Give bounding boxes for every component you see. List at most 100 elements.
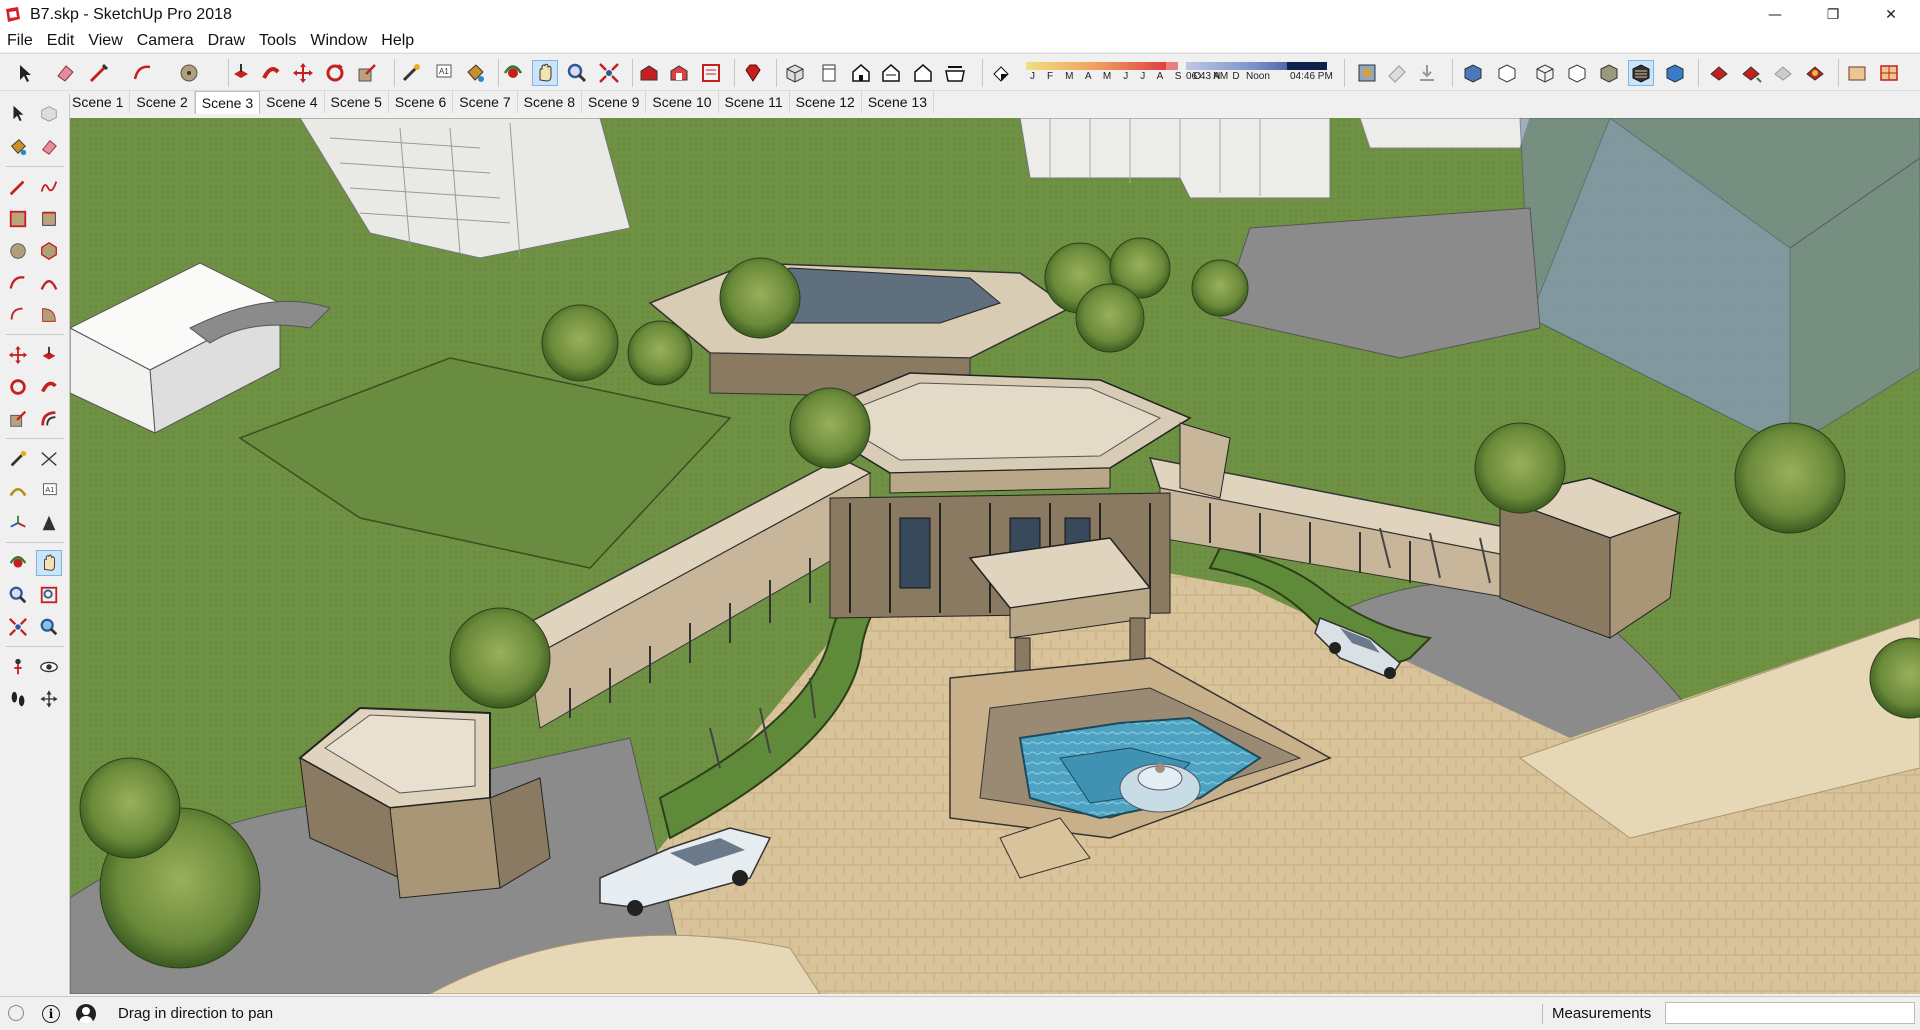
top-view-icon[interactable] — [816, 60, 842, 86]
zoom-extents-icon[interactable] — [5, 614, 31, 640]
menu-draw[interactable]: Draw — [201, 32, 252, 50]
push-pull-icon[interactable] — [228, 60, 254, 86]
menu-window[interactable]: Window — [303, 32, 374, 50]
photo-textures-icon[interactable] — [1876, 60, 1902, 86]
extension-warehouse-icon[interactable] — [666, 60, 692, 86]
ruby-icon[interactable] — [740, 60, 766, 86]
orbit-icon[interactable] — [5, 550, 31, 576]
front-view-icon[interactable] — [848, 60, 874, 86]
menu-file[interactable]: File — [0, 32, 40, 50]
scale-icon[interactable] — [5, 406, 31, 432]
look-around-icon[interactable] — [36, 654, 62, 680]
measurements-input[interactable] — [1665, 1002, 1915, 1024]
pan-icon[interactable] — [532, 60, 558, 86]
tab-scene-4[interactable]: Scene 4 — [260, 91, 325, 113]
tab-scene-2[interactable]: Scene 2 — [130, 91, 195, 113]
menu-edit[interactable]: Edit — [40, 32, 82, 50]
user-account-icon[interactable] — [76, 1004, 96, 1024]
rectangle-icon[interactable] — [5, 206, 31, 232]
monochrome-icon[interactable] — [1662, 60, 1688, 86]
shadow-toggle-icon[interactable] — [988, 60, 1014, 86]
polygon-icon[interactable] — [36, 238, 62, 264]
scale-icon[interactable] — [354, 60, 380, 86]
shaded-textures-icon[interactable] — [1628, 60, 1654, 86]
zoom-window-icon[interactable] — [36, 582, 62, 608]
shaded-icon[interactable] — [1596, 60, 1622, 86]
zoom-extents-icon[interactable] — [596, 60, 622, 86]
follow-me-icon[interactable] — [258, 60, 284, 86]
position-camera-icon[interactable] — [5, 654, 31, 680]
menu-tools[interactable]: Tools — [252, 32, 303, 50]
geo-location-icon[interactable] — [8, 1005, 24, 1021]
protractor-icon[interactable] — [5, 478, 31, 504]
arc-icon[interactable] — [130, 60, 156, 86]
tab-scene-1[interactable]: Scene 1 — [66, 91, 131, 113]
axes-icon[interactable] — [5, 510, 31, 536]
text-icon[interactable]: A1 — [430, 60, 456, 86]
move-icon[interactable] — [5, 342, 31, 368]
circle-icon[interactable] — [176, 60, 202, 86]
tab-scene-9[interactable]: Scene 9 — [582, 91, 647, 113]
hidden-line-icon[interactable] — [1564, 60, 1590, 86]
follow-me-icon[interactable] — [36, 374, 62, 400]
select-icon[interactable] — [12, 60, 38, 86]
tab-scene-3[interactable]: Scene 3 — [194, 91, 261, 114]
text-icon[interactable]: A1 — [36, 478, 62, 504]
section-fill-icon[interactable] — [1384, 60, 1410, 86]
shadow-time-thumb[interactable] — [1287, 62, 1327, 70]
sandbox-stamp-icon[interactable] — [1802, 60, 1828, 86]
layout-icon[interactable] — [698, 60, 724, 86]
sandbox-smoove-icon[interactable] — [1770, 60, 1796, 86]
previous-view-icon[interactable] — [36, 614, 62, 640]
tab-scene-12[interactable]: Scene 12 — [790, 91, 862, 113]
wireframe-icon[interactable] — [1532, 60, 1558, 86]
tab-scene-7[interactable]: Scene 7 — [453, 91, 518, 113]
sandbox-icon[interactable] — [1706, 60, 1732, 86]
line-icon[interactable] — [5, 174, 31, 200]
shadow-date-slider[interactable] — [1026, 62, 1166, 70]
section-cut-icon[interactable] — [1414, 60, 1440, 86]
tab-scene-5[interactable]: Scene 5 — [325, 91, 389, 113]
model-viewport[interactable] — [70, 118, 1920, 994]
menu-view[interactable]: View — [81, 32, 129, 50]
push-pull-icon[interactable] — [36, 342, 62, 368]
section-plane-icon[interactable] — [1354, 60, 1380, 86]
pan-icon[interactable] — [36, 550, 62, 576]
back-view-icon[interactable] — [910, 60, 936, 86]
offset-icon[interactable] — [36, 406, 62, 432]
menu-help[interactable]: Help — [374, 32, 421, 50]
tab-scene-6[interactable]: Scene 6 — [389, 91, 454, 113]
two-point-arc-icon[interactable] — [36, 270, 62, 296]
warehouse-icon[interactable] — [636, 60, 662, 86]
zoom-icon[interactable] — [564, 60, 590, 86]
eraser-icon[interactable] — [36, 134, 62, 160]
tape-measure-icon[interactable] — [398, 60, 424, 86]
restore-button[interactable]: ❐ — [1804, 0, 1862, 30]
dimension-icon[interactable] — [36, 446, 62, 472]
freehand-icon[interactable] — [36, 174, 62, 200]
shadow-date-thumb[interactable] — [1166, 62, 1178, 70]
circle-icon[interactable] — [5, 238, 31, 264]
3d-text-icon[interactable] — [36, 510, 62, 536]
back-edges-icon[interactable] — [1494, 60, 1520, 86]
eraser-icon[interactable] — [52, 60, 78, 86]
left-view-icon[interactable] — [942, 60, 968, 86]
pie-icon[interactable] — [36, 302, 62, 328]
rotated-rectangle-icon[interactable] — [36, 206, 62, 232]
paint-bucket-icon[interactable] — [5, 134, 31, 160]
match-photo-icon[interactable] — [1844, 60, 1870, 86]
right-view-icon[interactable] — [878, 60, 904, 86]
section-plane-icon[interactable] — [36, 686, 62, 712]
three-point-arc-icon[interactable] — [5, 302, 31, 328]
orbit-icon[interactable] — [500, 60, 526, 86]
make-component-icon[interactable] — [36, 100, 62, 126]
xray-icon[interactable] — [1460, 60, 1486, 86]
tab-scene-13[interactable]: Scene 13 — [862, 91, 935, 113]
iso-view-icon[interactable] — [782, 60, 808, 86]
sandbox-contours-icon[interactable] — [1738, 60, 1764, 86]
close-button[interactable]: ✕ — [1862, 0, 1920, 30]
credits-icon[interactable]: i — [42, 1005, 60, 1023]
zoom-icon[interactable] — [5, 582, 31, 608]
select-icon[interactable] — [5, 100, 31, 126]
line-icon[interactable] — [86, 60, 112, 86]
